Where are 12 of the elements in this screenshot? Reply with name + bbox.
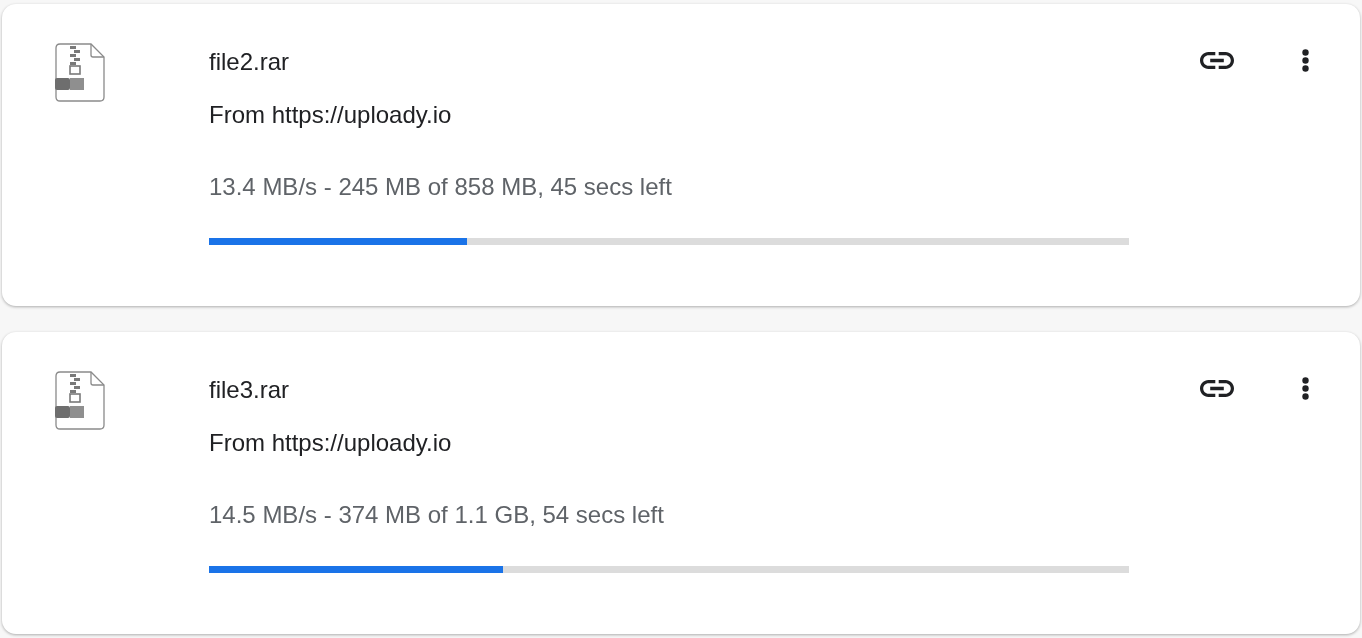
more-options-icon [1301, 48, 1309, 72]
more-options-icon [1301, 376, 1309, 400]
download-source: From https://uploady.io [209, 100, 452, 130]
archive-file-icon [55, 371, 105, 430]
file-name[interactable]: file2.rar [209, 47, 290, 77]
download-status: 13.4 MB/s - 245 MB of 858 MB, 45 secs left [209, 172, 672, 202]
link-icon [1200, 379, 1234, 397]
download-source: From https://uploady.io [209, 428, 452, 458]
download-status: 14.5 MB/s - 374 MB of 1.1 GB, 54 secs left [209, 500, 664, 530]
archive-file-icon [55, 43, 105, 102]
file-name[interactable]: file3.rar [209, 375, 290, 405]
link-icon [1200, 51, 1234, 69]
